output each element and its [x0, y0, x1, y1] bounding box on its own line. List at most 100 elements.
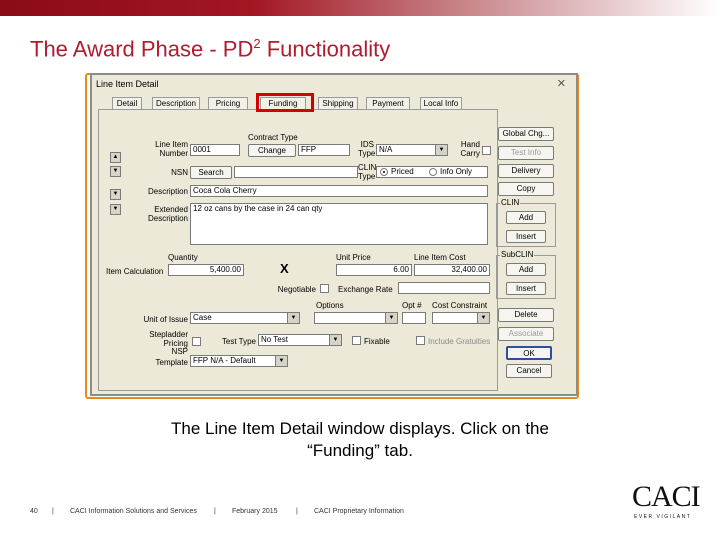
options-select[interactable]: ▼ — [314, 312, 398, 324]
chevron-down-icon: ▼ — [477, 313, 489, 323]
priced-radio[interactable] — [380, 168, 388, 176]
hand-carry-label: Hand Carry — [460, 140, 480, 158]
tab-payment[interactable]: Payment — [366, 97, 410, 109]
description-field[interactable]: Coca Cola Cherry — [190, 185, 488, 197]
chevron-down-icon: ▼ — [287, 313, 299, 323]
instruction-caption: The Line Item Detail window displays. Cl… — [60, 418, 660, 462]
stepladder-pricing-label: Stepladder Pricing — [149, 330, 188, 348]
footer-proprietary: CACI Proprietary Information — [314, 508, 404, 515]
slide-title-superscript: 2 — [253, 36, 261, 51]
priced-label: Priced — [391, 167, 414, 176]
subclin-group-label: SubCLIN — [500, 250, 535, 259]
multiply-sign: X — [280, 261, 289, 276]
test-type-value: No Test — [261, 335, 288, 344]
caci-tagline: EVER VIGILANT — [634, 514, 692, 520]
footer-date: February 2015 — [232, 508, 278, 515]
clin-add-button[interactable]: Add — [506, 211, 546, 224]
tab-description[interactable]: Description — [152, 97, 200, 109]
cost-constraint-label: Cost Constraint — [432, 301, 488, 310]
option-number-field[interactable] — [402, 312, 426, 324]
unit-price-field[interactable]: 6.00 — [336, 264, 412, 276]
hand-carry-checkbox[interactable] — [482, 146, 491, 155]
contract-type-field[interactable]: FFP — [298, 144, 350, 156]
unit-price-label: Unit Price — [336, 253, 371, 262]
extended-description-field[interactable]: 12 oz cans by the case in 24 can qty — [190, 203, 488, 245]
footer-separator: | — [214, 508, 216, 515]
slide-title: The Award Phase - PD2 Functionality — [30, 36, 390, 62]
page-number: 40 — [30, 508, 38, 515]
change-button[interactable]: Change — [248, 144, 296, 157]
nsn-field[interactable] — [234, 166, 358, 178]
clin-insert-button[interactable]: Insert — [506, 230, 546, 243]
footer-company: CACI Information Solutions and Services — [70, 508, 197, 515]
clin-type-group: Priced Info Only — [376, 166, 488, 178]
stepladder-pricing-checkbox[interactable] — [192, 337, 201, 346]
close-icon[interactable]: ✕ — [557, 77, 566, 90]
test-info-button[interactable]: Test Info — [498, 146, 554, 160]
test-type-select[interactable]: No Test ▼ — [258, 334, 342, 346]
info-only-radio[interactable] — [429, 168, 437, 176]
quantity-field[interactable]: 5,400.00 — [168, 264, 244, 276]
delete-button[interactable]: Delete — [498, 308, 554, 322]
template-value: FFP N/A - Default — [193, 356, 256, 365]
exchange-rate-label: Exchange Rate — [338, 285, 393, 294]
chevron-down-icon: ▼ — [385, 313, 397, 323]
ids-type-label: IDS Type — [358, 140, 376, 158]
caption-line-1: The Line Item Detail window displays. Cl… — [171, 419, 549, 438]
global-change-button[interactable]: Global Chg... — [498, 127, 554, 141]
down-icon[interactable]: ▼ — [110, 166, 121, 177]
up-icon[interactable]: ▲ — [110, 152, 121, 163]
top-banner — [0, 0, 720, 16]
unit-of-issue-value: Case — [193, 313, 212, 322]
cost-constraint-select[interactable]: ▼ — [432, 312, 490, 324]
template-select[interactable]: FFP N/A - Default ▼ — [190, 355, 288, 367]
caption-line-2: “Funding” tab. — [307, 441, 413, 460]
test-type-label: Test Type — [221, 337, 256, 346]
include-gratuities-checkbox[interactable] — [416, 336, 425, 345]
footer-separator: | — [52, 508, 54, 515]
nsp-label: NSP — [171, 347, 188, 356]
line-item-number-label: Line Item Number — [155, 140, 188, 158]
negotiable-checkbox[interactable] — [320, 284, 329, 293]
cancel-button[interactable]: Cancel — [506, 364, 552, 378]
line-item-cost-field[interactable]: 32,400.00 — [414, 264, 490, 276]
window-title: Line Item Detail — [96, 79, 159, 89]
funding-tab-highlight — [256, 93, 314, 112]
item-calculation-label: Item Calculation — [106, 267, 164, 276]
clin-group-label: CLIN — [500, 198, 521, 207]
extended-description-label: Extended Description — [147, 205, 188, 223]
delivery-button[interactable]: Delivery — [498, 164, 554, 178]
slide-title-suffix: Functionality — [260, 36, 391, 62]
include-gratuities-label: Include Gratuities — [428, 337, 491, 346]
contract-type-label: Contract Type — [248, 133, 298, 142]
clin-type-label: CLIN Type — [358, 163, 377, 181]
exchange-rate-field[interactable] — [398, 282, 490, 294]
tab-local-info[interactable]: Local Info — [420, 97, 462, 109]
fixable-checkbox[interactable] — [352, 336, 361, 345]
unit-of-issue-select[interactable]: Case ▼ — [190, 312, 300, 324]
options-label: Options — [316, 301, 344, 310]
copy-button[interactable]: Copy — [498, 182, 554, 196]
ids-type-select[interactable]: N/A ▼ — [376, 144, 448, 156]
ids-type-value: N/A — [379, 145, 393, 154]
template-label: Template — [155, 358, 188, 367]
expand-all-icon[interactable]: ▼ — [110, 204, 121, 215]
fixable-label: Fixable — [364, 337, 390, 346]
subclin-insert-button[interactable]: Insert — [506, 282, 546, 295]
negotiable-label: Negotiable — [277, 285, 316, 294]
ok-button[interactable]: OK — [506, 346, 552, 360]
tab-pricing[interactable]: Pricing — [208, 97, 248, 109]
caci-logo: CACI — [632, 480, 701, 513]
info-only-label: Info Only — [440, 167, 473, 176]
subclin-add-button[interactable]: Add — [506, 263, 546, 276]
tab-detail[interactable]: Detail — [112, 97, 142, 109]
expand-icon[interactable]: ▼ — [110, 189, 121, 200]
search-button[interactable]: Search — [190, 166, 232, 179]
nsn-label: NSN — [171, 168, 188, 177]
associate-button[interactable]: Associate — [498, 327, 554, 341]
tab-shipping[interactable]: Shipping — [318, 97, 358, 109]
line-item-number-field[interactable]: 0001 — [190, 144, 240, 156]
footer-separator: | — [296, 508, 298, 515]
chevron-down-icon: ▼ — [329, 335, 341, 345]
line-item-detail-window: Line Item Detail ✕ Detail Description Pr… — [90, 73, 578, 396]
